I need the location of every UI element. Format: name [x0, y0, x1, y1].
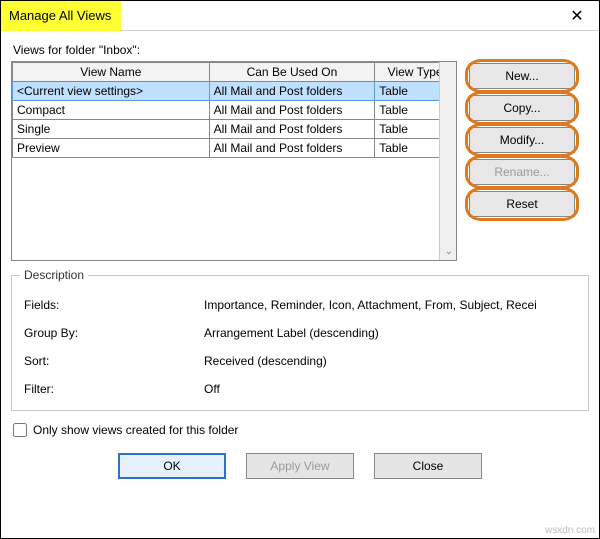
filter-value: Off — [204, 382, 578, 396]
close-icon[interactable]: ✕ — [555, 1, 599, 31]
close-button[interactable]: Close — [374, 453, 482, 479]
watermark: wsxdn.com — [545, 525, 595, 536]
col-view-name[interactable]: View Name — [13, 63, 210, 82]
dialog-buttons: OK Apply View Close — [11, 445, 589, 491]
titlebar: Manage All Views ✕ — [1, 1, 599, 31]
cell-can-be-used-on: All Mail and Post folders — [209, 101, 375, 120]
cell-can-be-used-on: All Mail and Post folders — [209, 82, 375, 101]
only-show-views-label: Only show views created for this folder — [33, 423, 238, 437]
folder-label: Views for folder "Inbox": — [13, 43, 589, 57]
only-show-views-checkbox[interactable] — [13, 423, 27, 437]
groupby-label: Group By: — [24, 326, 204, 340]
scrollbar[interactable]: ⌄ — [439, 62, 456, 260]
filter-label: Filter: — [24, 382, 204, 396]
manage-all-views-dialog: Manage All Views ✕ Views for folder "Inb… — [0, 0, 600, 539]
groupby-value: Arrangement Label (descending) — [204, 326, 578, 340]
cell-can-be-used-on: All Mail and Post folders — [209, 120, 375, 139]
views-table[interactable]: View Name Can Be Used On View Type <Curr… — [11, 61, 457, 261]
cell-view-name: <Current view settings> — [13, 82, 210, 101]
ok-button[interactable]: OK — [118, 453, 226, 479]
fields-label: Fields: — [24, 298, 204, 312]
dialog-title: Manage All Views — [1, 1, 121, 31]
sort-value: Received (descending) — [204, 354, 578, 368]
col-can-be-used-on[interactable]: Can Be Used On — [209, 63, 375, 82]
apply-view-button: Apply View — [246, 453, 354, 479]
fields-value: Importance, Reminder, Icon, Attachment, … — [204, 298, 578, 312]
table-row[interactable]: Preview All Mail and Post folders Table — [13, 139, 456, 158]
cell-view-name: Single — [13, 120, 210, 139]
cell-view-name: Preview — [13, 139, 210, 158]
modify-button[interactable]: Modify... — [469, 127, 575, 153]
table-row[interactable]: Single All Mail and Post folders Table — [13, 120, 456, 139]
new-button[interactable]: New... — [469, 63, 575, 89]
copy-button[interactable]: Copy... — [469, 95, 575, 121]
reset-button[interactable]: Reset — [469, 191, 575, 217]
table-row[interactable]: Compact All Mail and Post folders Table — [13, 101, 456, 120]
cell-can-be-used-on: All Mail and Post folders — [209, 139, 375, 158]
rename-button: Rename... — [469, 159, 575, 185]
side-buttons: New... Copy... Modify... Rename... Reset — [469, 61, 575, 261]
sort-label: Sort: — [24, 354, 204, 368]
description-group: Description Fields: Importance, Reminder… — [11, 275, 589, 411]
cell-view-name: Compact — [13, 101, 210, 120]
chevron-down-icon: ⌄ — [445, 246, 453, 257]
description-legend: Description — [20, 268, 88, 282]
table-row[interactable]: <Current view settings> All Mail and Pos… — [13, 82, 456, 101]
